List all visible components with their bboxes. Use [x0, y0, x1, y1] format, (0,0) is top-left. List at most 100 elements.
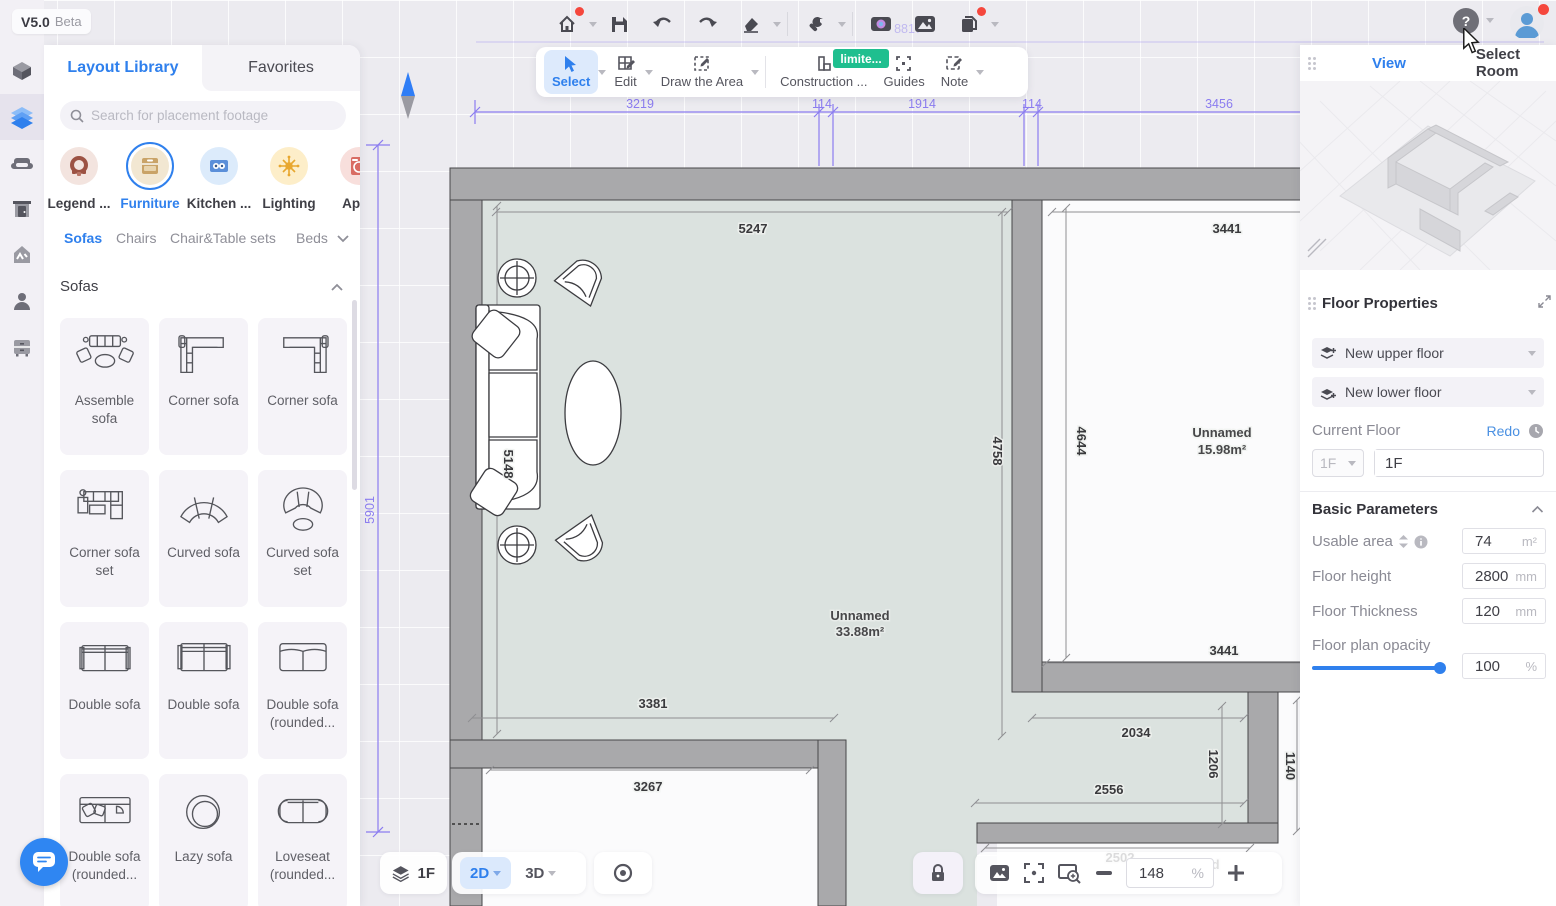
- sofa-three-seat[interactable]: [468, 305, 540, 518]
- camera-button[interactable]: [859, 8, 903, 40]
- room-label-living[interactable]: Unnamed 33.88m²: [830, 608, 889, 639]
- floor-thickness-input[interactable]: [1463, 603, 1509, 620]
- rail-item-storage[interactable]: [0, 324, 44, 370]
- library-item[interactable]: Double sofa (rounded...: [258, 622, 347, 759]
- visibility-button[interactable]: [594, 852, 652, 894]
- rail-item-floorplan[interactable]: [0, 94, 44, 140]
- zoom-region-icon[interactable]: [1058, 863, 1082, 884]
- document-copy-button[interactable]: [947, 8, 991, 40]
- rail-item-home[interactable]: [0, 48, 44, 94]
- category-kitchen[interactable]: Kitchen ...: [184, 147, 254, 211]
- sort-arrows-icon[interactable]: [1399, 535, 1408, 548]
- new-lower-floor-caret-icon[interactable]: [1528, 390, 1536, 395]
- mode-3d-button[interactable]: 3D: [515, 857, 566, 889]
- library-item[interactable]: Curved sofa: [159, 470, 248, 607]
- library-item[interactable]: Corner sofa set: [60, 470, 149, 607]
- library-item[interactable]: Corner sofa: [159, 318, 248, 455]
- view-panel-drag-handle[interactable]: [1308, 57, 1316, 70]
- floor-height-field[interactable]: mm: [1462, 563, 1546, 589]
- category-lighting[interactable]: Lighting: [254, 147, 324, 211]
- floor-selector-dropdown[interactable]: 1F: [1312, 449, 1364, 477]
- category-legend[interactable]: Legend ...: [44, 147, 114, 211]
- usable-area-field[interactable]: m²: [1462, 528, 1546, 554]
- three-d-preview[interactable]: [1300, 81, 1556, 270]
- floor-switcher-button[interactable]: 1F: [380, 852, 447, 894]
- library-item[interactable]: Corner sofa: [258, 318, 347, 455]
- category-furniture[interactable]: Furniture: [115, 147, 185, 211]
- round-table-bottom[interactable]: [498, 526, 536, 564]
- redo-link[interactable]: Redo: [1487, 423, 1520, 439]
- fit-view-icon[interactable]: [1024, 863, 1044, 883]
- info-icon[interactable]: [1414, 535, 1428, 549]
- library-item[interactable]: Loveseat (rounded...: [258, 774, 347, 906]
- rail-item-furniture[interactable]: [0, 140, 44, 186]
- select-caret-icon[interactable]: [598, 70, 606, 75]
- document-caret-icon[interactable]: [991, 22, 999, 27]
- tool-note[interactable]: Note: [933, 50, 976, 94]
- library-item[interactable]: Double sofa: [60, 622, 149, 759]
- opacity-input[interactable]: [1463, 658, 1509, 675]
- chat-support-button[interactable]: [20, 838, 68, 886]
- new-upper-floor-caret-icon[interactable]: [1528, 351, 1536, 356]
- subtab-sofas[interactable]: Sofas: [64, 230, 102, 246]
- library-item[interactable]: Lazy sofa: [159, 774, 248, 906]
- tools-caret-icon[interactable]: [838, 22, 846, 27]
- library-search-box[interactable]: [60, 101, 346, 130]
- tab-favorites[interactable]: Favorites: [202, 45, 360, 91]
- floor-name-input[interactable]: [1375, 450, 1525, 476]
- round-table-top[interactable]: [498, 259, 536, 297]
- tab-view[interactable]: View: [1372, 55, 1406, 72]
- zoom-in-button[interactable]: [1228, 865, 1244, 881]
- rail-item-doors[interactable]: [0, 186, 44, 232]
- section-collapse-icon[interactable]: [330, 282, 344, 292]
- zoom-level-field[interactable]: %: [1126, 858, 1214, 888]
- floor-properties-drag-handle[interactable]: [1308, 297, 1316, 310]
- rail-item-account[interactable]: [0, 278, 44, 324]
- eraser-caret-icon[interactable]: [773, 22, 781, 27]
- search-input[interactable]: [91, 108, 331, 123]
- tab-layout-library[interactable]: Layout Library: [44, 45, 202, 91]
- image-export-button[interactable]: [903, 8, 947, 40]
- lock-button[interactable]: [913, 852, 963, 894]
- history-clock-icon[interactable]: [1528, 423, 1544, 439]
- new-upper-floor-button[interactable]: New upper floor: [1312, 338, 1544, 368]
- new-lower-floor-button[interactable]: New lower floor: [1312, 377, 1544, 407]
- usable-area-input[interactable]: [1463, 533, 1509, 550]
- tool-select[interactable]: Select: [544, 50, 598, 94]
- zoom-level-input[interactable]: [1127, 865, 1179, 882]
- undo-button[interactable]: [641, 8, 685, 40]
- library-item[interactable]: Double sofa (rounded...: [60, 774, 149, 906]
- oval-coffee-table[interactable]: [565, 361, 621, 465]
- floor-thickness-field[interactable]: mm: [1462, 598, 1546, 624]
- home-caret-icon[interactable]: [589, 22, 597, 27]
- eraser-button[interactable]: [729, 8, 773, 40]
- opacity-slider-knob[interactable]: [1434, 662, 1446, 674]
- redo-button[interactable]: [685, 8, 729, 40]
- subtab-chair-table-sets[interactable]: Chair&Table sets: [170, 230, 276, 246]
- library-item[interactable]: Assemble sofa: [60, 318, 149, 455]
- floor-height-input[interactable]: [1463, 568, 1509, 585]
- tool-edit[interactable]: Edit: [606, 50, 644, 94]
- save-button[interactable]: [597, 8, 641, 40]
- home-button[interactable]: [545, 8, 589, 40]
- subtab-chairs[interactable]: Chairs: [116, 230, 156, 246]
- library-item[interactable]: Double sofa: [159, 622, 248, 759]
- expand-panel-icon[interactable]: [1538, 295, 1551, 308]
- floor-name-field[interactable]: [1374, 449, 1544, 477]
- basic-parameters-collapse-icon[interactable]: [1531, 505, 1544, 514]
- edit-caret-icon[interactable]: [645, 70, 653, 75]
- snapshot-image-icon[interactable]: [989, 864, 1010, 882]
- zoom-out-button[interactable]: [1096, 871, 1112, 875]
- library-scrollbar[interactable]: [352, 300, 357, 490]
- category-appliance[interactable]: Appli: [324, 147, 360, 211]
- mode-2d-button[interactable]: 2D: [460, 857, 511, 889]
- draw-area-caret-icon[interactable]: [751, 70, 759, 75]
- rail-item-ai-design[interactable]: [0, 232, 44, 278]
- library-item[interactable]: Curved sofa set: [258, 470, 347, 607]
- note-caret-icon[interactable]: [976, 70, 984, 75]
- subtab-beds[interactable]: Beds: [296, 230, 328, 246]
- subtabs-expand-icon[interactable]: [336, 234, 350, 244]
- opacity-slider-track[interactable]: [1312, 666, 1440, 670]
- opacity-field[interactable]: %: [1462, 653, 1546, 679]
- tool-draw-area[interactable]: Draw the Area: [653, 50, 751, 94]
